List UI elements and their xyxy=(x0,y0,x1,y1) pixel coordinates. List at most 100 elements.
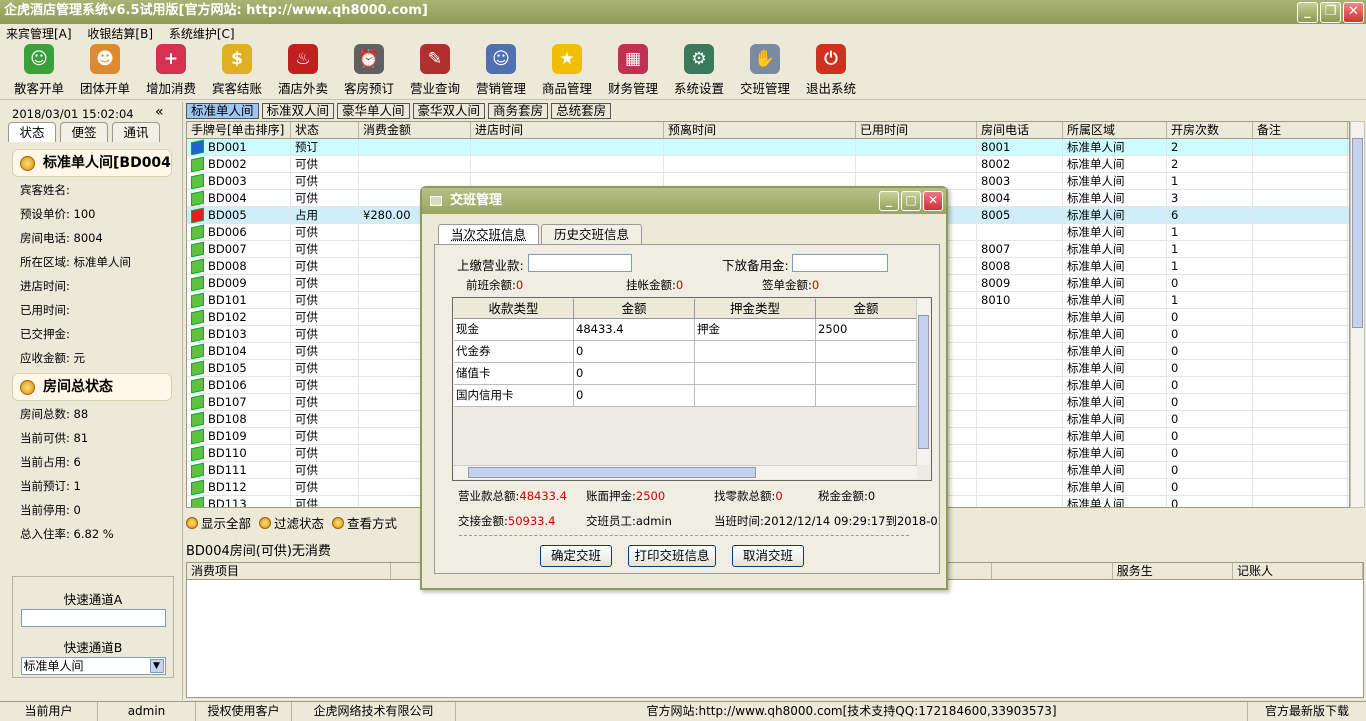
column-header[interactable]: 消费项目 xyxy=(187,563,392,579)
menu-cashier[interactable]: 收银结算[B] xyxy=(87,27,153,41)
finance-button[interactable]: ▦ 财务管理 xyxy=(600,44,666,100)
show-all-label: 显示全部 xyxy=(201,516,252,531)
column-header[interactable]: 预离时间 xyxy=(664,122,856,138)
room-number: BD103 xyxy=(208,327,247,341)
takeout-button[interactable]: ♨ 酒店外卖 xyxy=(270,44,336,100)
group-icon: ☻ xyxy=(90,44,120,74)
room-cell: BD105 xyxy=(187,360,291,376)
column-header[interactable]: 服务生 xyxy=(1113,563,1233,579)
quick-a-input[interactable] xyxy=(20,609,166,627)
payment-row[interactable]: 代金券 0 xyxy=(454,341,917,363)
tab-status[interactable]: 状态 xyxy=(8,122,56,142)
reserve-input[interactable] xyxy=(792,254,888,272)
flag-icon xyxy=(191,292,204,308)
tab-presidential-suite[interactable]: 总统套房 xyxy=(551,103,612,119)
payment-row[interactable]: 国内信用卡 0 xyxy=(454,385,917,407)
dialog-maximize-button[interactable]: □ xyxy=(901,191,921,211)
table-cell xyxy=(1253,139,1348,155)
window-title: 企虎酒店管理系统v6.5试用版[官方网站: http://www.qh8000.… xyxy=(4,3,428,18)
table-cell: 可供 xyxy=(291,190,359,206)
business-query-button[interactable]: ✎ 营业查询 xyxy=(402,44,468,100)
room-cell: BD002 xyxy=(187,156,291,172)
scrollbar-thumb[interactable] xyxy=(1352,138,1363,328)
payment-hscroll[interactable] xyxy=(454,465,917,479)
column-header[interactable]: 所属区域 xyxy=(1063,122,1167,138)
checkout-button[interactable]: $ 宾客结账 xyxy=(204,44,270,100)
payment-row[interactable]: 储值卡 0 xyxy=(454,363,917,385)
download-link[interactable]: 官方最新版下载 xyxy=(1248,702,1366,721)
column-header[interactable]: 手牌号[单击排序] xyxy=(187,122,291,138)
goods-button[interactable]: ★ 商品管理 xyxy=(534,44,600,100)
marketing-button[interactable]: ☺ 营销管理 xyxy=(468,44,534,100)
group-button[interactable]: ☻ 团体开单 xyxy=(72,44,138,100)
column-header[interactable]: 备注 xyxy=(1253,122,1348,138)
column-header[interactable]: 进店时间 xyxy=(471,122,664,138)
chevron-down-icon[interactable]: ▼ xyxy=(149,659,164,673)
column-header[interactable]: 房间电话 xyxy=(977,122,1063,138)
table-cell: 标准单人间 xyxy=(1063,156,1167,172)
upload-input[interactable] xyxy=(528,254,632,272)
dialog-minimize-button[interactable]: _ xyxy=(879,191,899,211)
settings-button[interactable]: ⚙ 系统设置 xyxy=(666,44,732,100)
total-amount-value: 48433.4 xyxy=(519,489,567,503)
quick-b-select[interactable]: 标准单人间 ▼ xyxy=(20,657,166,675)
menu-system[interactable]: 系统维护[C] xyxy=(169,27,235,41)
table-cell xyxy=(1253,241,1348,257)
close-button[interactable]: ✕ xyxy=(1343,2,1364,23)
table-cell: 8008 xyxy=(977,258,1063,274)
collapse-button[interactable]: « xyxy=(155,104,164,120)
cancel-shift-button[interactable]: 取消交班 xyxy=(732,545,804,567)
table-row[interactable]: BD001 预订 8001 标准单人间 2 xyxy=(187,139,1349,156)
room-cell: BD108 xyxy=(187,411,291,427)
table-row[interactable]: BD002 可供 8002 标准单人间 2 xyxy=(187,156,1349,173)
column-header[interactable] xyxy=(992,563,1113,579)
info-price: 预设单价: 100 xyxy=(20,207,96,221)
coin-icon xyxy=(332,516,345,529)
column-header[interactable]: 开房次数 xyxy=(1167,122,1253,138)
maximize-button[interactable]: ❐ xyxy=(1320,2,1341,23)
minimize-button[interactable]: _ xyxy=(1297,2,1318,23)
tab-history-shift[interactable]: 历史交班信息 xyxy=(541,224,643,244)
tab-standard-single[interactable]: 标准单人间 xyxy=(186,103,259,119)
print-shift-button[interactable]: 打印交班信息 xyxy=(628,545,716,567)
table-cell xyxy=(977,343,1063,359)
people-icon: ☺ xyxy=(486,44,516,74)
column-header[interactable]: 消费金额 xyxy=(359,122,471,138)
add-consume-button[interactable]: + 增加消费 xyxy=(138,44,204,100)
confirm-shift-button[interactable]: 确定交班 xyxy=(540,545,612,567)
scrollbar-thumb[interactable] xyxy=(918,315,929,449)
shift-time-value: 2012/12/14 09:29:17到2018-03 xyxy=(763,514,939,528)
filter-status-button[interactable]: 过滤状态 xyxy=(259,513,324,532)
dialog-close-button[interactable]: ✕ xyxy=(923,191,943,211)
payment-cell: 0 xyxy=(574,341,695,362)
room-status-list: 房间总数: 88 当前可供: 81 当前占用: 6 当前预订: 1 当前停用: … xyxy=(20,402,114,546)
tab-notes[interactable]: 便签 xyxy=(60,122,108,142)
tab-standard-double[interactable]: 标准双人间 xyxy=(261,103,335,119)
tab-deluxe-double[interactable]: 豪华双人间 xyxy=(412,103,486,119)
table-cell: 标准单人间 xyxy=(1063,496,1167,507)
room-grid-scrollbar[interactable] xyxy=(1350,121,1365,508)
walk-in-button[interactable]: ☺ 散客开单 xyxy=(6,44,72,100)
payment-vscroll[interactable] xyxy=(916,299,930,465)
room-cell: BD101 xyxy=(187,292,291,308)
exit-button[interactable]: ⏻ 退出系统 xyxy=(798,44,864,100)
shift-button[interactable]: ✋ 交班管理 xyxy=(732,44,798,100)
reservation-button[interactable]: ⏰ 客房预订 xyxy=(336,44,402,100)
table-cell xyxy=(359,156,471,172)
column-header[interactable]: 已用时间 xyxy=(856,122,977,138)
datetime-display: 2018/03/01 15:02:04 xyxy=(12,107,134,121)
scrollbar-thumb[interactable] xyxy=(468,467,756,478)
payment-cell: 48433.4 xyxy=(574,319,695,340)
menu-guest[interactable]: 来宾管理[A] xyxy=(6,27,72,41)
tab-business-suite[interactable]: 商务套房 xyxy=(488,103,549,119)
column-header: 金额 xyxy=(816,299,917,318)
quick-b-value: 标准单人间 xyxy=(23,659,84,673)
tab-current-shift[interactable]: 当次交班信息 xyxy=(438,224,540,244)
column-header[interactable]: 状态 xyxy=(291,122,359,138)
payment-row[interactable]: 现金 48433.4 押金 2500 xyxy=(454,319,917,341)
view-mode-button[interactable]: 查看方式 xyxy=(332,513,397,532)
show-all-button[interactable]: 显示全部 xyxy=(186,513,251,532)
tab-contact[interactable]: 通讯 xyxy=(112,122,160,142)
column-header[interactable]: 记账人 xyxy=(1233,563,1364,579)
tab-deluxe-single[interactable]: 豪华单人间 xyxy=(337,103,410,119)
